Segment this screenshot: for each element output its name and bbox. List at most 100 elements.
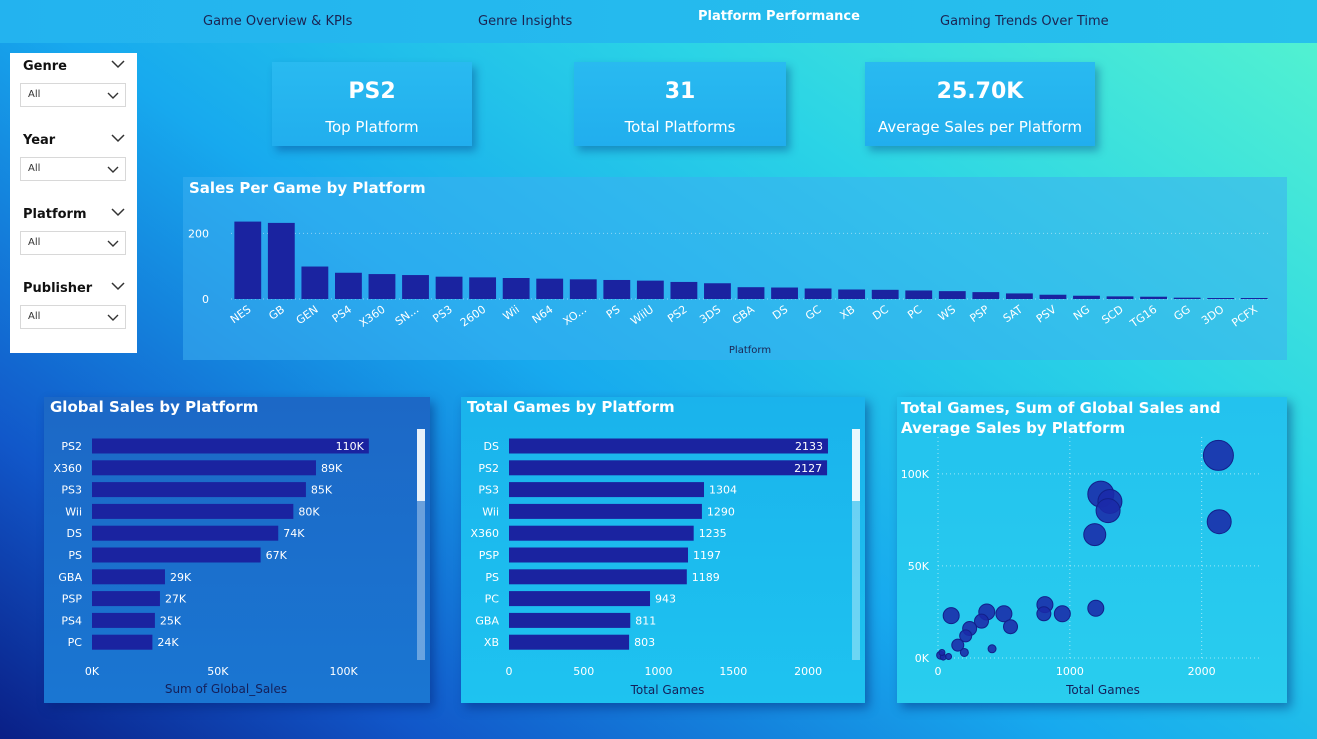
slicer-title: Year — [23, 133, 56, 148]
chevron-down-icon[interactable] — [111, 207, 125, 217]
category-label: Wii — [65, 505, 82, 518]
tab-platform-performance[interactable]: Platform Performance — [698, 0, 860, 43]
dropdown-value: All — [28, 237, 41, 248]
x-axis-title: Platform — [729, 345, 771, 356]
scrollbar-thumb[interactable] — [417, 429, 425, 501]
bar — [603, 279, 631, 299]
tab-gaming-trends[interactable]: Gaming Trends Over Time — [940, 0, 1109, 43]
bar — [636, 280, 664, 299]
bubble — [1206, 509, 1232, 535]
platform-dropdown[interactable]: All — [20, 231, 126, 255]
kpi-top-platform: PS2 Top Platform — [272, 62, 472, 146]
bar — [509, 569, 687, 585]
x-tick-label: 0K — [85, 665, 100, 678]
slicer-title: Platform — [23, 207, 87, 222]
bar — [536, 278, 564, 299]
kpi-total-platforms: 31 Total Platforms — [574, 62, 786, 146]
bar — [301, 266, 329, 299]
scrollbar-thumb[interactable] — [852, 429, 860, 501]
x-tick-label: PS3 — [430, 303, 454, 325]
genre-dropdown[interactable]: All — [20, 83, 126, 107]
x-axis-title: Total Games — [630, 683, 705, 697]
category-label: XB — [484, 636, 499, 649]
bar — [402, 275, 429, 299]
slicer-title: Genre — [23, 59, 67, 74]
slicer-platform: Platform All — [10, 201, 137, 275]
category-label: PC — [485, 593, 500, 606]
bubble — [1087, 599, 1105, 617]
y-tick-label: 100K — [901, 468, 930, 481]
bar — [234, 221, 262, 299]
bar — [509, 634, 630, 650]
bar — [704, 283, 731, 299]
data-label: 2133 — [795, 440, 823, 453]
scrollbar[interactable] — [417, 429, 425, 660]
bubble — [1003, 619, 1019, 635]
category-label: X360 — [53, 462, 82, 475]
x-tick-label: GB — [266, 303, 287, 323]
bubble — [1083, 523, 1107, 547]
year-dropdown[interactable]: All — [20, 157, 126, 181]
bar — [1207, 298, 1235, 299]
kpi-value: PS2 — [348, 79, 396, 104]
chevron-down-icon — [107, 314, 119, 321]
bar — [1240, 298, 1268, 299]
x-tick-label: PCFX — [1229, 303, 1260, 330]
bubble — [945, 653, 953, 661]
data-label: 1290 — [707, 505, 735, 518]
data-label: 27K — [165, 593, 187, 606]
chevron-down-icon[interactable] — [111, 133, 125, 143]
x-tick-label: DC — [870, 303, 891, 323]
x-tick-label: 50K — [207, 665, 229, 678]
bar — [569, 279, 597, 299]
x-tick-label: SCD — [1099, 303, 1125, 327]
data-label: 110K — [336, 440, 365, 453]
slicer-title: Publisher — [23, 281, 93, 296]
scrollbar[interactable] — [852, 429, 860, 660]
chevron-down-icon[interactable] — [111, 281, 125, 291]
bar — [92, 591, 160, 607]
x-tick-label: PC — [905, 303, 924, 322]
chart-title: Sales Per Game by Platform — [189, 179, 426, 197]
x-tick-label: TG16 — [1127, 303, 1159, 331]
bar — [670, 281, 698, 299]
category-label: PSP — [62, 593, 83, 606]
y-tick-label: 0 — [202, 293, 209, 306]
category-label: PS3 — [61, 484, 82, 497]
chevron-down-icon[interactable] — [111, 59, 125, 69]
x-tick-label: 2000 — [1188, 665, 1216, 678]
bar — [1140, 296, 1167, 299]
x-tick-label: N64 — [530, 303, 556, 326]
bar — [92, 547, 261, 563]
category-label: DS — [484, 440, 499, 453]
kpi-label: Total Platforms — [624, 118, 736, 136]
x-tick-label: 3DO — [1199, 303, 1227, 328]
bar — [509, 438, 828, 454]
publisher-dropdown[interactable]: All — [20, 305, 126, 329]
bar — [838, 289, 866, 299]
data-label: 1304 — [709, 484, 737, 497]
x-tick-label: GBA — [730, 303, 757, 327]
kpi-label: Average Sales per Platform — [877, 118, 1082, 136]
category-label: PS4 — [61, 614, 82, 627]
bar — [92, 525, 279, 541]
bar — [905, 290, 933, 299]
bar — [92, 460, 316, 476]
x-tick-label: XO... — [561, 303, 589, 328]
x-axis-title: Total Games — [1065, 683, 1140, 697]
data-label: 89K — [321, 462, 343, 475]
x-tick-label: PSP — [968, 303, 992, 325]
x-tick-label: PS4 — [330, 303, 354, 325]
category-label: DS — [67, 527, 82, 540]
x-tick-label: 1500 — [719, 665, 747, 678]
tab-genre-insights[interactable]: Genre Insights — [478, 0, 572, 43]
x-tick-label: NES — [228, 303, 254, 326]
x-tick-label: 1000 — [645, 665, 673, 678]
tab-game-overview[interactable]: Game Overview & KPIs — [203, 0, 352, 43]
x-tick-label: Wii — [501, 303, 522, 323]
data-label: 1189 — [692, 571, 720, 584]
x-tick-label: PSV — [1034, 303, 1059, 326]
kpi-average-sales: 25.70K Average Sales per Platform — [865, 62, 1095, 146]
data-label: 811 — [635, 614, 656, 627]
global-sales-plot: PS2 110K X360 89K PS3 85K Wii 80K DS 74K PS 67K GBA 2… — [53, 438, 369, 696]
